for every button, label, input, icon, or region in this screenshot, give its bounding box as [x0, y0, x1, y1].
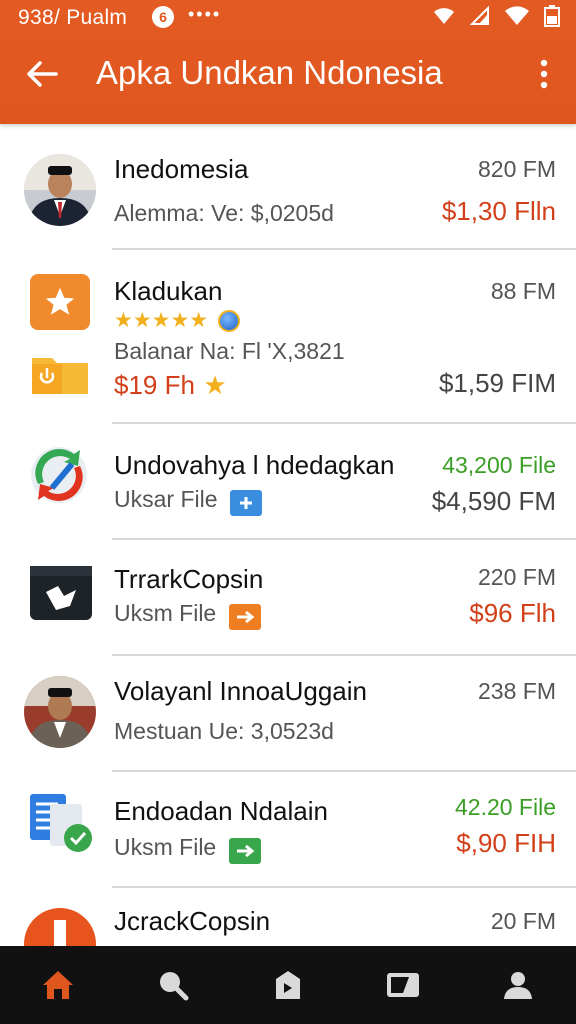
- arrow-left-icon: [27, 61, 58, 87]
- cell-signal-icon: [470, 6, 489, 25]
- item-size: 220 FM: [478, 564, 556, 590]
- avatar: [24, 154, 96, 226]
- arrow-right-icon: [228, 603, 261, 630]
- secondary-price: $19 Fh: [114, 370, 195, 400]
- arrow-right-icon: [228, 837, 261, 864]
- nav-profile[interactable]: [478, 953, 558, 1017]
- list-item[interactable]: Endoadan Ndalain Uksm File 42.20 File $,…: [0, 772, 576, 888]
- item-price: $1,59 FIM: [438, 368, 556, 398]
- item-price: $96 Flh: [469, 598, 556, 628]
- battery-icon: [544, 5, 560, 27]
- item-title: Volayanl InnoaUggain: [114, 676, 367, 706]
- item-size: 43,200 File: [442, 452, 556, 478]
- sync-app-icon: [28, 444, 90, 506]
- item-size: 88 FM: [490, 278, 556, 304]
- item-title: Endoadan Ndalain: [114, 796, 328, 826]
- status-dots: ••••: [188, 4, 222, 24]
- item-title: Kladukan: [114, 276, 223, 306]
- list-item[interactable]: TrrarkCopsin Uksm File 220 FM $96 Flh: [0, 540, 576, 656]
- item-price: $1,30 Flln: [441, 196, 556, 226]
- star-icon: ★: [203, 370, 227, 400]
- tablet-icon: [387, 973, 420, 997]
- nav-home[interactable]: [18, 953, 98, 1017]
- notification-badge: 6: [152, 6, 174, 28]
- document-app-icon: [28, 792, 96, 856]
- nav-library[interactable]: [363, 953, 443, 1017]
- item-size: 42.20 File: [454, 794, 556, 820]
- item-size: 238 FM: [478, 678, 556, 704]
- tag-icon: [275, 971, 300, 999]
- item-subtitle: Uksm File: [114, 600, 217, 626]
- star-app-icon: [30, 274, 90, 330]
- item-subtitle-row: Uksm File: [114, 834, 261, 864]
- back-button[interactable]: [22, 52, 62, 96]
- status-time: 938/ Pualm: [18, 6, 128, 29]
- list-item[interactable]: Undovahya l hdedagkan Uksar File 43,200 …: [0, 424, 576, 540]
- nav-tags[interactable]: [248, 953, 328, 1017]
- rating-stars: ★★★★★: [114, 308, 240, 333]
- item-subtitle-row: Uksar File: [114, 486, 262, 516]
- item-title: TrrarkCopsin: [114, 564, 264, 594]
- bottom-navigation: [0, 946, 576, 1024]
- item-size: 820 FM: [478, 156, 556, 182]
- item-subtitle-row: Uksm File: [114, 600, 261, 630]
- item-title: Undovahya l hdedagkan: [114, 450, 395, 480]
- list-item[interactable]: JcrackCopsin 20 FM: [0, 888, 576, 946]
- list-item[interactable]: Kladukan ★★★★★ Balanar Na: Fl 'X,3821 $1…: [0, 250, 576, 424]
- item-title: JcrackCopsin: [114, 906, 271, 936]
- page-title: Apka Undkan Ndonesia: [96, 54, 443, 91]
- item-subtitle: Mestuan Ue: 3,0523d: [114, 718, 334, 744]
- plus-icon: [229, 489, 262, 516]
- item-subtitle: Alemma: Ve: $,0205d: [114, 200, 334, 226]
- wifi-strong-icon: [505, 6, 529, 26]
- app-list: Inedomesia Alemma: Ve: $,0205d 820 FM $1…: [0, 124, 576, 946]
- item-price: $,90 FIH: [456, 828, 556, 858]
- rating-stars-text: ★★★★★: [114, 309, 209, 332]
- list-item[interactable]: Volayanl InnoaUggain Mestuan Ue: 3,0523d…: [0, 656, 576, 772]
- folder-icon: [30, 350, 90, 396]
- secondary-price-row: $19 Fh ★: [114, 370, 227, 401]
- profile-icon: [504, 972, 533, 999]
- item-title: Inedomesia: [114, 154, 249, 184]
- item-subtitle: Uksm File: [114, 834, 217, 860]
- item-size: 20 FM: [490, 908, 556, 934]
- item-subtitle: Balanar Na: Fl 'X,3821: [114, 338, 345, 364]
- nav-search[interactable]: [133, 953, 213, 1017]
- globe-icon: [217, 310, 240, 333]
- status-icons: [432, 4, 560, 28]
- status-bar: 938/ Pualm 6 ••••: [0, 0, 576, 34]
- tool-app-icon: [30, 566, 92, 620]
- more-vertical-icon: [540, 59, 548, 89]
- search-icon: [159, 972, 189, 1001]
- app-icon: [24, 908, 96, 946]
- item-price: $4,590 FM: [431, 486, 556, 516]
- more-options-button[interactable]: [526, 52, 562, 96]
- avatar: [24, 676, 96, 748]
- wifi-icon: [434, 8, 454, 24]
- list-item[interactable]: Inedomesia Alemma: Ve: $,0205d 820 FM $1…: [0, 124, 576, 250]
- app-bar: 938/ Pualm 6 •••• Apka Undkan Ndonesia: [0, 0, 576, 124]
- item-subtitle: Uksar File: [114, 486, 218, 512]
- home-icon: [42, 971, 73, 999]
